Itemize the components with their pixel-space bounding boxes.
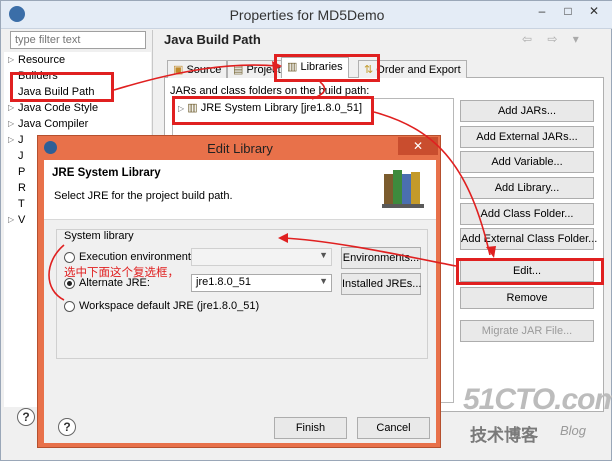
arrow-to-jre xyxy=(311,81,326,100)
arrow-to-libraries xyxy=(113,64,279,91)
arrowhead-icon xyxy=(486,246,496,258)
annotation-bracket xyxy=(48,244,65,301)
arrow-to-system-library xyxy=(281,237,457,267)
arrowhead-icon xyxy=(278,233,288,243)
annotation-arrows xyxy=(48,61,496,301)
arrow-to-edit xyxy=(373,111,491,256)
arrowhead-icon xyxy=(272,61,282,71)
